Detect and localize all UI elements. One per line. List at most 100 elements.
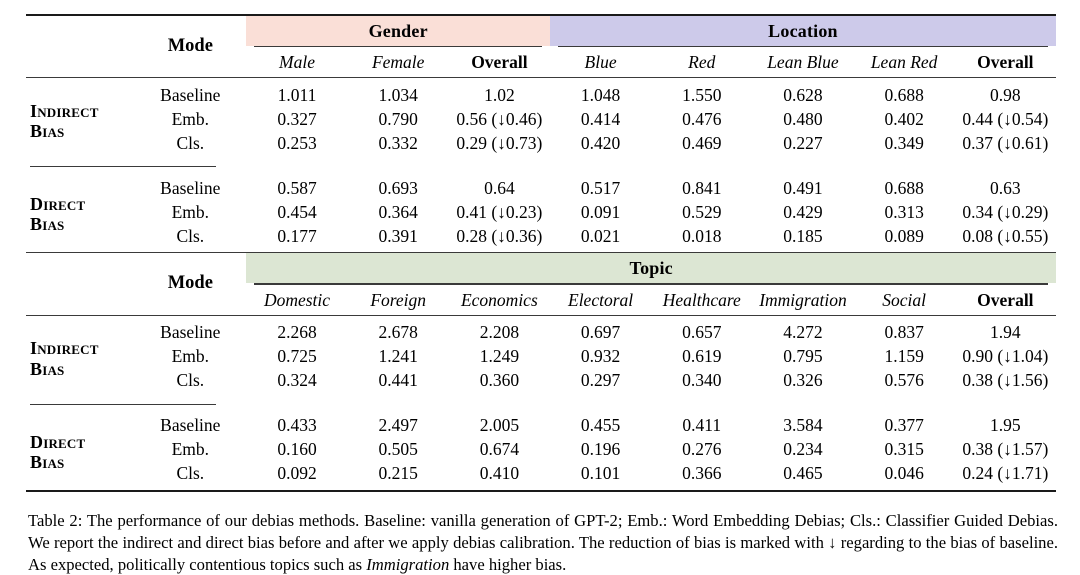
table-row: Indirect Bias Baseline 2.268 2.678 2.208…: [26, 316, 1056, 379]
mode-cls: Cls.: [176, 132, 205, 153]
group-header-gender: Gender: [246, 16, 550, 46]
cell-value: 1.048: [580, 84, 621, 105]
mode-baseline: Baseline: [160, 177, 221, 198]
cell-value: 0.841: [682, 177, 722, 198]
cell-value: 0.29 (↓0.73): [456, 132, 543, 153]
section-separator-rule-1: [26, 159, 1056, 171]
cell-value: 0.364: [378, 201, 418, 222]
cell-value: 0.476: [682, 108, 722, 129]
col-header-economics: Economics: [460, 289, 538, 310]
row-label-indirect-bias-1: Indirect Bias: [26, 78, 134, 159]
col-header-lean-red: Lean Red: [870, 52, 938, 73]
empty-corner-cell: [26, 253, 134, 283]
cell-value: 0.657: [682, 322, 722, 343]
cell-value: 0.932: [580, 346, 621, 367]
cell-value: 0.360: [479, 370, 520, 391]
col-header-foreign: Foreign: [370, 289, 427, 310]
cell-value: 0.315: [884, 439, 924, 460]
col-header-male: Male: [279, 52, 315, 73]
cell-value: 0.185: [783, 225, 823, 246]
row-label-line2: Bias: [30, 451, 65, 472]
cell-value: 0.454: [277, 201, 317, 222]
row-label-line2: Bias: [30, 358, 65, 379]
cell-value: 0.324: [277, 370, 317, 391]
cell-value: 0.366: [682, 463, 722, 484]
col-header-immigration: Immigration: [759, 289, 847, 310]
caption-part2: have higher bias.: [449, 554, 567, 574]
cell-value: 0.44 (↓0.54): [962, 108, 1049, 129]
cell-value: 0.98: [990, 84, 1021, 105]
col-header-location-overall: Overall: [977, 52, 1034, 73]
cell-value: 4.272: [783, 322, 823, 343]
cell-value: 0.092: [277, 463, 317, 484]
cell-value: 0.253: [277, 132, 317, 153]
col-header-healthcare: Healthcare: [662, 289, 741, 310]
cell-value: 0.517: [580, 177, 621, 198]
cell-value: 0.160: [277, 439, 317, 460]
table-row: Emb. 0.725 1.241 1.249 0.932 0.619 0.795…: [26, 345, 1056, 369]
cell-value: 0.790: [378, 108, 418, 129]
col-header-gender-overall: Overall: [471, 52, 528, 73]
cell-value: 0.410: [479, 463, 520, 484]
cell-value: 2.678: [378, 322, 418, 343]
group-header-row-2: Mode Topic: [26, 253, 1056, 293]
cell-value: 0.276: [682, 439, 722, 460]
cell-value: 0.37 (↓0.61): [962, 132, 1049, 153]
cell-value: 0.469: [682, 132, 722, 153]
cell-value: 1.249: [479, 346, 520, 367]
cell-value: 0.28 (↓0.36): [456, 225, 543, 246]
table-row: Direct Bias Baseline 0.433 2.497 2.005 0…: [26, 409, 1056, 472]
cell-value: 0.480: [783, 108, 823, 129]
cell-value: 0.63: [990, 177, 1021, 198]
row-label-direct-bias-1: Direct Bias: [26, 171, 134, 252]
cell-value: 0.64: [484, 177, 515, 198]
table-row: Cls. 0.324 0.441 0.360 0.297 0.340 0.326…: [26, 369, 1056, 397]
cell-value: 0.688: [884, 177, 924, 198]
cell-value: 0.433: [277, 415, 317, 436]
group-header-location: Location: [549, 16, 1056, 46]
col-header-domestic: Domestic: [263, 289, 331, 310]
cell-value: 0.234: [783, 439, 823, 460]
cell-value: 0.795: [783, 346, 823, 367]
section-separator-rule-2: [26, 397, 1056, 409]
cell-value: 3.584: [783, 415, 823, 436]
col-header-lean-blue: Lean Blue: [767, 52, 839, 73]
cell-value: 0.177: [277, 225, 317, 246]
row-label-line1: Direct: [30, 431, 86, 452]
cell-value: 0.021: [580, 225, 621, 246]
cell-value: 0.196: [580, 439, 621, 460]
mode-cls: Cls.: [176, 463, 205, 484]
cell-value: 1.159: [884, 346, 924, 367]
table-row: Emb. 0.454 0.364 0.41 (↓0.23) 0.091 0.52…: [26, 200, 1056, 224]
row-label-line2: Bias: [30, 214, 65, 235]
bottom-rule: [26, 489, 1056, 493]
cell-value: 2.497: [378, 415, 418, 436]
cell-value: 0.420: [580, 132, 621, 153]
table-row: Direct Bias Baseline 0.587 0.693 0.64 0.…: [26, 171, 1056, 235]
cell-value: 2.005: [479, 415, 520, 436]
mode-emb: Emb.: [171, 201, 210, 222]
cell-value: 0.018: [682, 225, 722, 246]
cell-value: 0.505: [378, 439, 418, 460]
cell-value: 0.674: [479, 439, 520, 460]
table-row: Cls. 0.092 0.215 0.410 0.101 0.366 0.465…: [26, 462, 1056, 490]
mode-baseline: Baseline: [160, 415, 221, 436]
mode-header-1: Mode: [167, 36, 213, 57]
cell-value: 0.90 (↓1.04): [962, 346, 1049, 367]
cell-value: 0.08 (↓0.55): [962, 225, 1049, 246]
mode-header-2: Mode: [167, 273, 213, 294]
cell-value: 0.725: [277, 346, 317, 367]
row-label-line1: Indirect: [30, 101, 99, 122]
table-figure-page: Mode Gender Location Male Female Overall…: [0, 0, 1080, 574]
cell-value: 2.208: [479, 322, 520, 343]
cell-value: 0.326: [783, 370, 823, 391]
cell-value: 0.688: [884, 84, 924, 105]
cell-value: 0.38 (↓1.56): [962, 370, 1049, 391]
cell-value: 0.441: [378, 370, 418, 391]
cell-value: 1.95: [990, 415, 1021, 436]
cell-value: 0.837: [884, 322, 924, 343]
row-label-line1: Indirect: [30, 338, 99, 359]
mode-cls: Cls.: [176, 370, 205, 391]
cell-value: 1.011: [277, 84, 317, 105]
cell-value: 1.241: [378, 346, 418, 367]
